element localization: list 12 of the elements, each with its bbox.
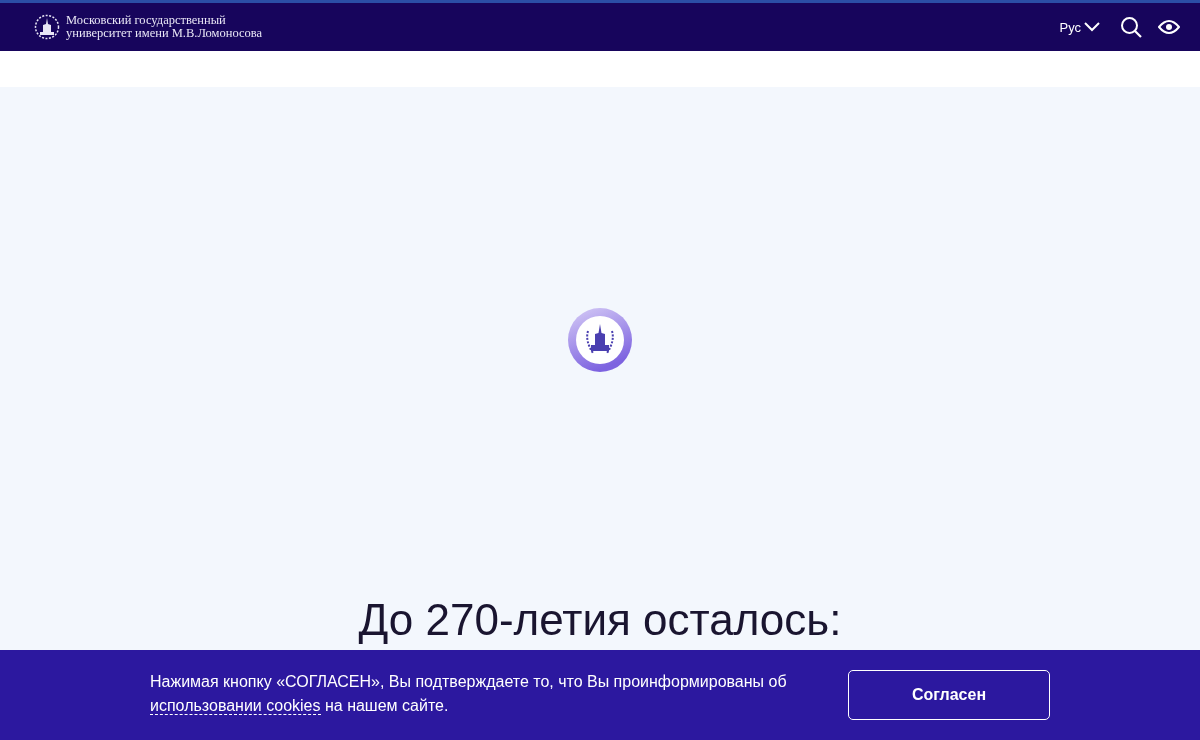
countdown-heading: До 270-летия осталось: bbox=[358, 595, 842, 645]
university-emblem-icon[interactable] bbox=[34, 14, 60, 40]
university-name[interactable]: университет имени М.В.Ломоносова bbox=[66, 27, 263, 40]
university-name[interactable]: Московский государственный bbox=[66, 14, 263, 27]
cookies-link[interactable]: использовании cookies bbox=[150, 697, 321, 715]
language-selector[interactable]: Рус bbox=[1059, 19, 1084, 35]
search-icon[interactable] bbox=[1120, 16, 1142, 38]
cookie-notice-text: Нажимая кнопку «СОГЛАСЕН», Вы подтверждаете то, что Вы проинформированы об использовании cookies на нашем сайте. bbox=[150, 672, 788, 717]
caret-icon[interactable] bbox=[1084, 22, 1100, 32]
agree-button[interactable]: Согласен bbox=[848, 670, 1050, 720]
eye-icon[interactable] bbox=[1158, 19, 1180, 35]
loading-spinner-icon bbox=[567, 307, 633, 373]
